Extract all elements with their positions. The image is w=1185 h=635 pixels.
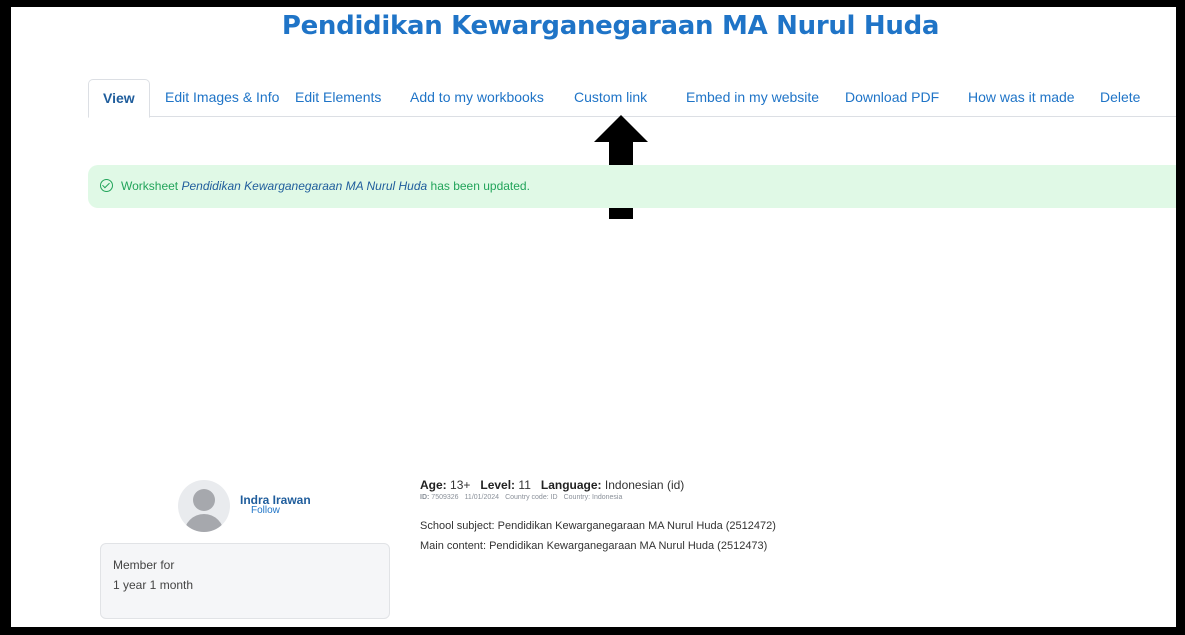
level-label: Level: <box>480 478 516 492</box>
member-duration: 1 year 1 month <box>113 578 194 592</box>
country-code: Country code: ID <box>505 494 558 501</box>
date-value: 11/01/2024 <box>464 494 500 501</box>
age-value: 13+ <box>450 478 471 492</box>
follow-link[interactable]: Follow <box>251 505 280 516</box>
page-frame: Pendidikan Kewarganegaraan MA Nurul Huda… <box>11 7 1176 627</box>
language-label: Language: <box>540 478 602 492</box>
age-label: Age: <box>420 478 447 492</box>
alert-worksheet-name[interactable]: Pendidikan Kewarganegaraan MA Nurul Huda <box>181 179 427 193</box>
tab-add-to-workbooks[interactable]: Add to my workbooks <box>410 79 544 115</box>
level-value: 11 <box>518 478 531 492</box>
id-label: ID: <box>420 494 430 501</box>
tab-bar: View Edit Images & Info Edit Elements Ad… <box>88 79 1176 118</box>
tab-edit-images-info[interactable]: Edit Images & Info <box>165 79 279 115</box>
check-circle-icon <box>100 179 113 193</box>
tab-delete[interactable]: Delete <box>1100 79 1140 115</box>
country: Country: Indonesia <box>563 494 623 501</box>
tab-embed-website[interactable]: Embed in my website <box>686 79 819 115</box>
id-value: 7509326 <box>431 494 459 501</box>
language-value: Indonesian (id) <box>604 478 685 492</box>
alert-prefix: Worksheet <box>121 179 182 193</box>
tab-custom-link[interactable]: Custom link <box>574 79 647 115</box>
tab-edit-elements[interactable]: Edit Elements <box>295 79 381 115</box>
tab-download-pdf[interactable]: Download PDF <box>845 79 939 115</box>
worksheet-meta: Age: 13+ Level: 11 Language: Indonesian (i… <box>420 478 684 492</box>
tab-how-was-it-made[interactable]: How was it made <box>968 79 1075 115</box>
avatar-head <box>193 489 215 511</box>
worksheet-subline: ID: 7509326 11/01/2024 Country code: ID Cou… <box>420 494 622 501</box>
member-label: Member for <box>113 558 175 572</box>
main-content: Main content: Pendidikan Kewarganegaraan… <box>420 540 768 552</box>
tab-view[interactable]: View <box>88 79 150 118</box>
avatar-body <box>184 514 224 532</box>
school-subject: School subject: Pendidikan Kewarganegara… <box>420 520 776 532</box>
success-alert: Worksheet Pendidikan Kewarganegaraan MA … <box>88 165 1176 208</box>
page-title: Pendidikan Kewarganegaraan MA Nurul Huda <box>281 11 940 41</box>
alert-suffix: has been updated. <box>427 179 530 193</box>
avatar[interactable] <box>178 480 230 532</box>
member-box: Member for 1 year 1 month <box>100 543 390 619</box>
